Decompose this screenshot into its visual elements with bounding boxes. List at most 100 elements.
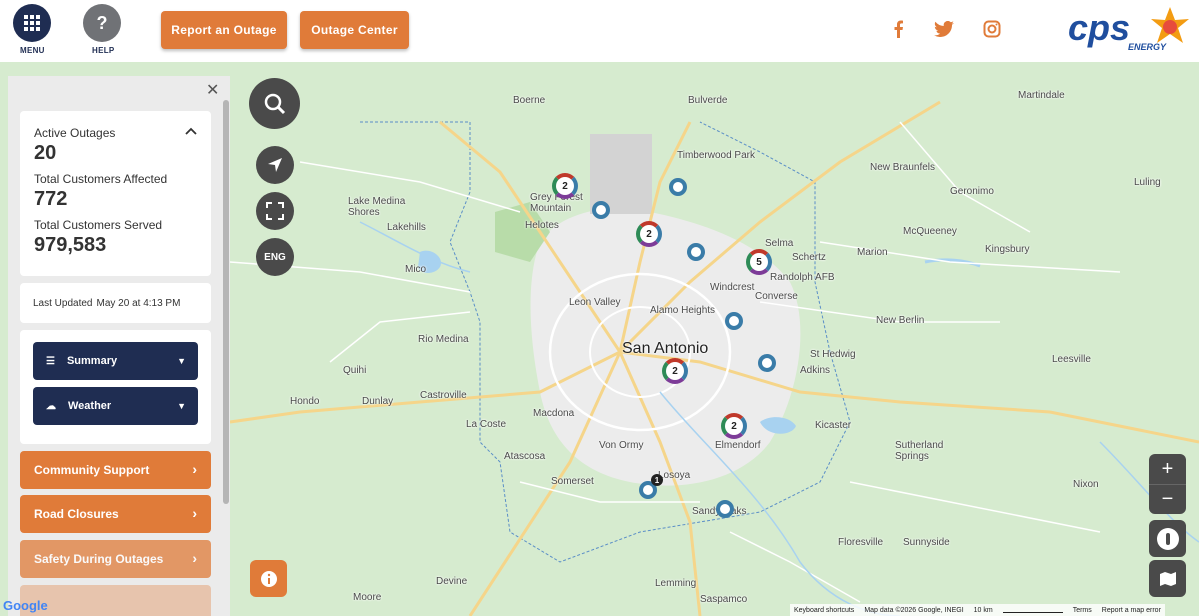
location-arrow-icon <box>268 158 282 172</box>
cloud-icon: ☁ <box>46 400 56 412</box>
keyboard-shortcuts-link[interactable]: Keyboard shortcuts <box>794 607 854 614</box>
zoom-control: + − <box>1149 454 1186 514</box>
place-label: Atascosa <box>504 451 546 462</box>
outage-marker[interactable] <box>592 201 610 219</box>
help-label: HELP <box>92 46 115 55</box>
place-label: Lemming <box>655 578 697 589</box>
help-button[interactable]: ? <box>83 4 121 42</box>
place-label: Floresville <box>838 537 884 548</box>
community-support-label: Community Support <box>34 463 150 477</box>
place-label: Lakehills <box>387 222 426 233</box>
outage-map-app: MENU ? HELP Report an Outage Outage Cent… <box>0 0 1199 616</box>
place-label: Timberwood Park <box>677 150 755 161</box>
customers-affected-label: Total Customers Affected <box>34 172 168 186</box>
place-label: Moore <box>353 592 382 603</box>
chevron-right-icon: › <box>192 550 197 566</box>
outage-marker[interactable] <box>758 354 776 372</box>
map-footer: Keyboard shortcuts Map data ©2026 Google… <box>790 604 1165 616</box>
place-label: Helotes <box>525 220 559 231</box>
community-support-link[interactable]: Community Support › <box>20 451 211 489</box>
partial-link[interactable] <box>20 585 211 616</box>
place-label: Mico <box>405 264 427 275</box>
chevron-right-icon: › <box>192 461 197 477</box>
place-label: Elmendorf <box>715 440 761 451</box>
language-button[interactable]: ENG <box>256 238 294 276</box>
outage-cluster[interactable]: 2 <box>552 173 578 199</box>
zoom-out-button[interactable]: − <box>1149 484 1186 514</box>
road-closures-link[interactable]: Road Closures › <box>20 495 211 533</box>
outage-cluster[interactable]: 5 <box>746 249 772 275</box>
facebook-icon[interactable] <box>887 18 909 40</box>
summary-dropdown[interactable]: ☰ Summary ▼ <box>33 342 198 380</box>
caret-down-icon: ▼ <box>177 401 186 411</box>
place-label: Selma <box>765 238 794 249</box>
customers-served-value: 979,583 <box>34 234 107 256</box>
zoom-in-button[interactable]: + <box>1149 454 1186 484</box>
google-wordmark: Google <box>3 598 48 613</box>
place-label: Dunlay <box>362 396 394 407</box>
place-label: Schertz <box>792 252 826 263</box>
street-view-button[interactable] <box>1149 520 1186 557</box>
place-label: Kingsbury <box>985 244 1030 255</box>
grid-icon <box>24 15 40 31</box>
report-outage-button[interactable]: Report an Outage <box>161 11 287 49</box>
instagram-icon[interactable] <box>981 18 1003 40</box>
place-label: Devine <box>436 576 468 587</box>
outage-cluster[interactable]: 2 <box>636 221 662 247</box>
active-outages-value: 20 <box>34 142 57 164</box>
search-button[interactable] <box>249 78 300 129</box>
search-icon <box>264 93 285 114</box>
report-map-error-link[interactable]: Report a map error <box>1102 607 1161 614</box>
locate-button[interactable] <box>256 146 294 184</box>
outage-center-button[interactable]: Outage Center <box>300 11 409 49</box>
place-label: Boerne <box>513 95 546 106</box>
place-label: Bulverde <box>688 95 728 106</box>
outage-count-badge[interactable]: 1 <box>651 474 663 486</box>
menu-button[interactable] <box>13 4 51 42</box>
twitter-icon[interactable] <box>933 18 955 40</box>
place-label: New Berlin <box>876 315 925 326</box>
place-label: Kicaster <box>815 420 852 431</box>
outage-marker[interactable] <box>687 243 705 261</box>
panel-scrollbar[interactable] <box>223 100 229 504</box>
safety-during-outages-label: Safety During Outages <box>34 552 164 566</box>
place-label: Leesville <box>1052 354 1091 365</box>
chevron-up-icon[interactable] <box>185 123 197 141</box>
weather-dropdown[interactable]: ☁ Weather ▼ <box>33 387 198 425</box>
terms-link[interactable]: Terms <box>1073 607 1092 614</box>
outage-marker[interactable] <box>716 500 734 518</box>
info-button[interactable] <box>250 560 287 597</box>
city-label-san-antonio: San Antonio <box>622 340 709 357</box>
outage-marker[interactable] <box>669 178 687 196</box>
place-label: Castroville <box>420 390 467 401</box>
place-label: Sutherland Springs <box>895 440 944 462</box>
scale-bar <box>1002 607 1063 613</box>
place-label: Nixon <box>1073 479 1099 490</box>
place-label: New Braunfels <box>870 162 936 173</box>
fullscreen-icon <box>266 202 284 220</box>
place-label: Macdona <box>533 408 575 419</box>
place-label: St Hedwig <box>810 349 856 360</box>
outage-cluster[interactable]: 2 <box>662 358 688 384</box>
close-icon[interactable]: ✕ <box>206 80 219 100</box>
safety-during-outages-link[interactable]: Safety During Outages › <box>20 540 211 578</box>
chevron-right-icon: › <box>192 505 197 521</box>
outage-cluster[interactable]: 2 <box>721 413 747 439</box>
place-label: Alamo Heights <box>650 305 716 316</box>
map-layers-button[interactable] <box>1149 560 1186 597</box>
last-updated-label: Last Updated <box>33 297 93 309</box>
place-label: Leon Valley <box>569 297 621 308</box>
place-label: Saspamco <box>700 594 748 605</box>
logo-subtext: ENERGY <box>1128 42 1167 52</box>
place-label: Sunnyside <box>903 537 950 548</box>
sun-icon <box>1151 7 1189 43</box>
map-attribution: Map data ©2026 Google, INEGI <box>864 606 964 614</box>
outage-marker[interactable] <box>725 312 743 330</box>
place-label: Luling <box>1134 177 1161 188</box>
cps-energy-logo[interactable]: cps ENERGY <box>1066 4 1190 54</box>
place-label: Geronimo <box>950 186 994 197</box>
place-label: La Coste <box>466 419 507 430</box>
place-label: Randolph AFB <box>770 272 835 283</box>
fullscreen-button[interactable] <box>256 192 294 230</box>
customers-affected-value: 772 <box>34 188 68 210</box>
